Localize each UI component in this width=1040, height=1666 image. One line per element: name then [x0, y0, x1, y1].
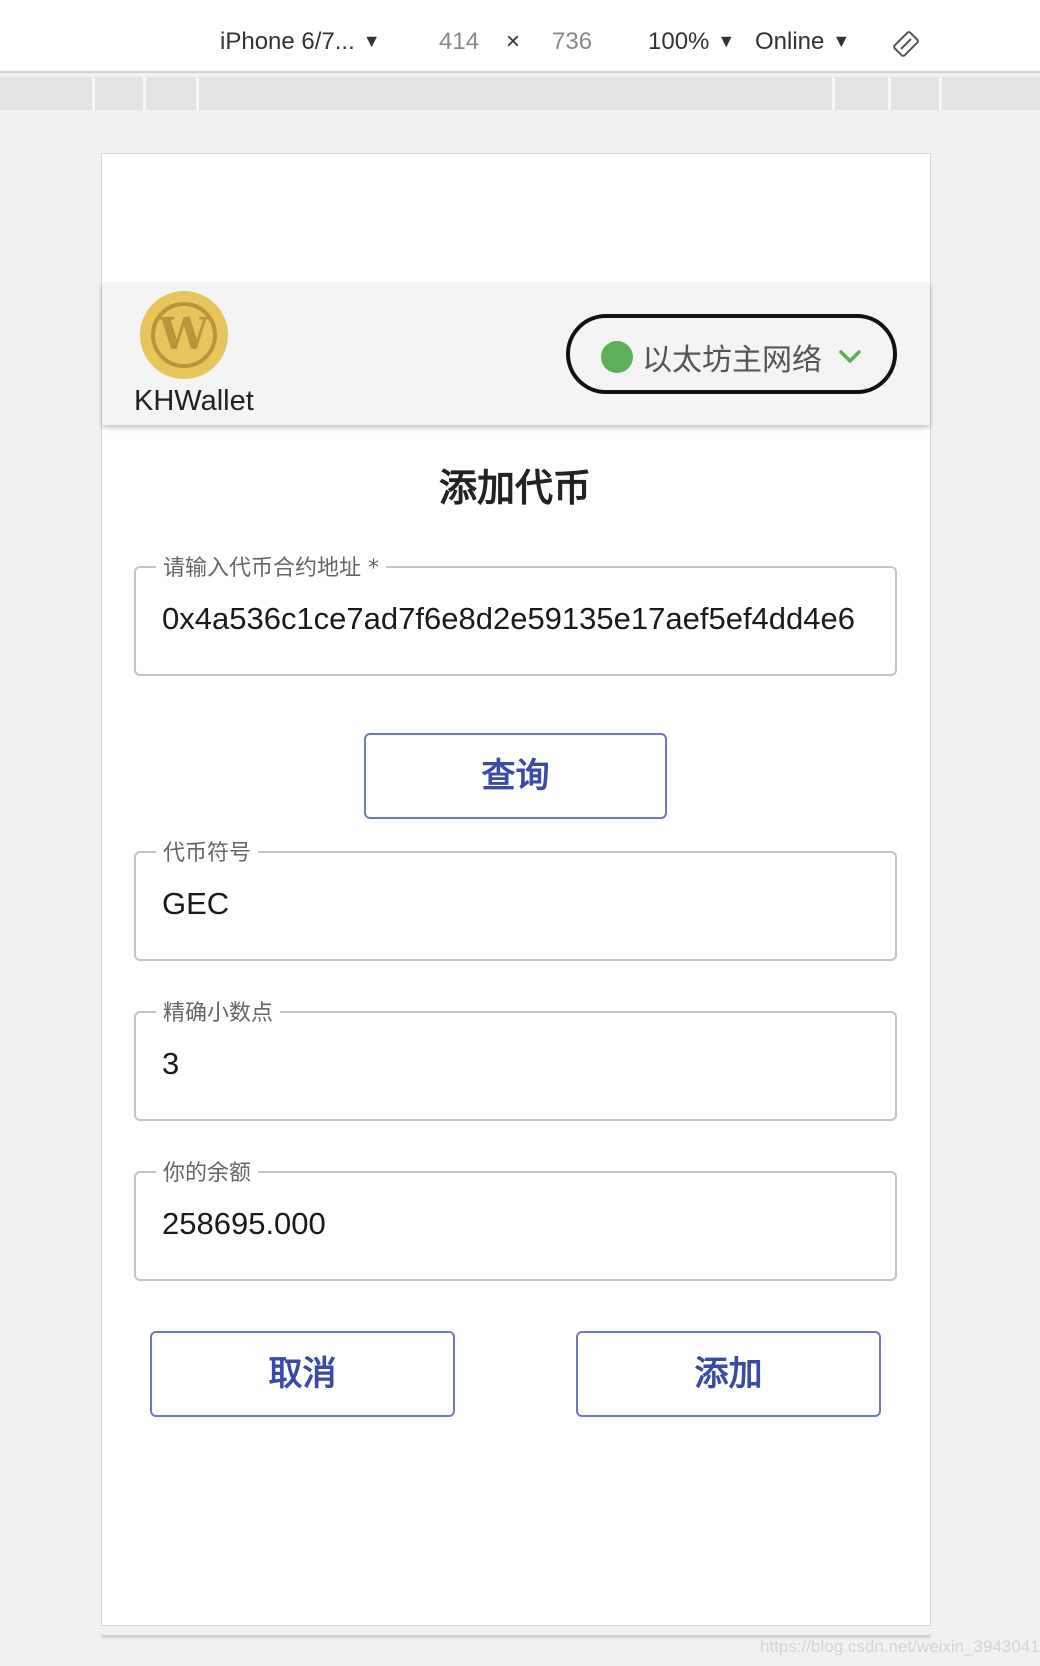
logo-letter: W [151, 302, 217, 368]
card-bottom-edge [102, 1632, 930, 1635]
device-select[interactable]: iPhone 6/7... ▼ [220, 28, 381, 56]
token-symbol-input[interactable]: GEC [162, 886, 871, 922]
page-title: 添加代币 [438, 466, 591, 510]
device-select-label: iPhone 6/7... [220, 28, 355, 55]
height-input[interactable]: 736 [552, 28, 592, 56]
zoom-label: 100% [648, 28, 710, 55]
balance-field[interactable]: 你的余额 258695.000 [134, 1155, 897, 1281]
network-throttle-label: Online [755, 28, 825, 55]
caret-down-icon: ▼ [832, 31, 851, 51]
balance-input[interactable]: 258695.000 [162, 1206, 871, 1242]
device-toolbar: iPhone 6/7... ▼ 414 × 736 100% ▼ Online ▼ [0, 0, 1040, 73]
caret-down-icon: ▼ [717, 31, 736, 51]
network-throttle-select[interactable]: Online ▼ [755, 28, 850, 56]
ruler-segment[interactable] [832, 77, 835, 110]
cancel-button[interactable]: 取消 [150, 1331, 455, 1417]
app-header: W KHWallet 以太坊主网络 [102, 282, 930, 425]
chevron-down-icon [839, 350, 861, 363]
contract-address-field[interactable]: 请输入代币合约地址 * 0x4a536c1ce7ad7f6e8d2e59135e… [134, 550, 897, 676]
wordpress-logo-icon: W [140, 291, 228, 379]
width-input[interactable]: 414 [439, 28, 479, 56]
dimension-times-icon: × [506, 28, 521, 55]
caret-down-icon: ▼ [362, 31, 381, 51]
add-button[interactable]: 添加 [576, 1331, 881, 1417]
rotate-icon[interactable] [892, 30, 920, 58]
balance-label: 你的余额 [156, 1155, 259, 1187]
network-selector-label: 以太坊主网络 [642, 343, 822, 378]
media-query-ruler [0, 77, 1040, 110]
decimals-field[interactable]: 精确小数点 3 [134, 995, 897, 1121]
network-selector[interactable]: 以太坊主网络 [566, 314, 897, 394]
decimals-label: 精确小数点 [156, 995, 281, 1027]
ruler-segment[interactable] [939, 77, 942, 110]
token-symbol-label: 代币符号 [156, 835, 259, 867]
ruler-segment[interactable] [888, 77, 891, 110]
ruler-segment[interactable] [143, 77, 146, 110]
zoom-select[interactable]: 100% ▼ [648, 28, 735, 56]
token-symbol-field[interactable]: 代币符号 GEC [134, 835, 897, 961]
brand-name: KHWallet [134, 385, 254, 417]
ruler-segment[interactable] [196, 77, 199, 110]
watermark: https://blog.csdn.net/weixin_39430411 [760, 1637, 1040, 1656]
contract-address-label: 请输入代币合约地址 * [156, 550, 386, 582]
network-status-icon [601, 341, 633, 373]
contract-address-input[interactable]: 0x4a536c1ce7ad7f6e8d2e59135e17aef5ef4dd4… [162, 601, 871, 637]
decimals-input[interactable]: 3 [162, 1046, 871, 1082]
query-button[interactable]: 查询 [364, 733, 667, 819]
ruler-segment[interactable] [92, 77, 95, 110]
